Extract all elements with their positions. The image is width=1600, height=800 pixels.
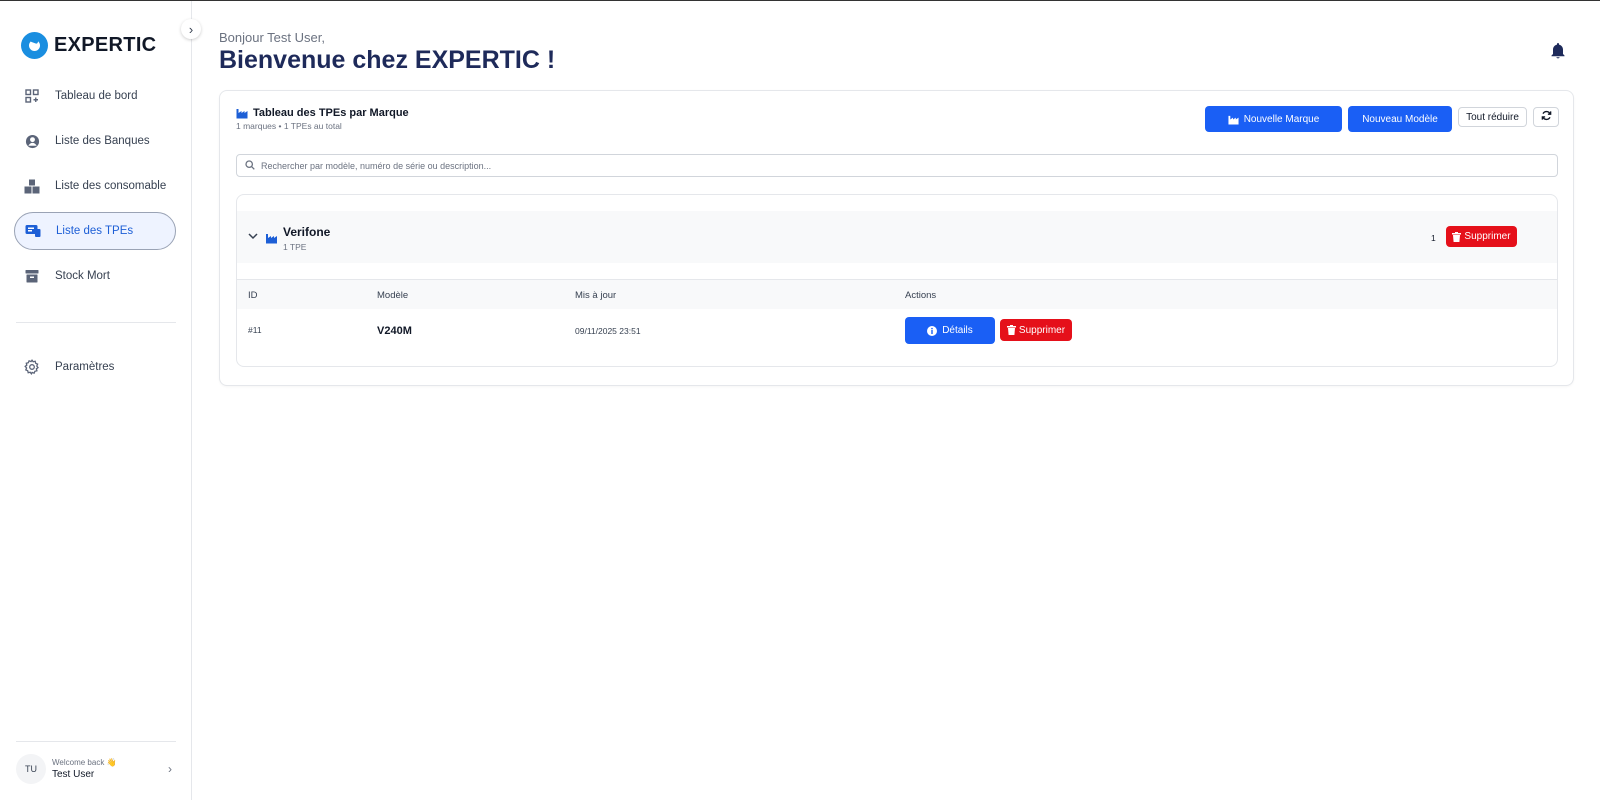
delete-row-label: Supprimer xyxy=(1018,324,1066,336)
sidebar-item-dashboard[interactable]: Tableau de bord xyxy=(14,77,176,115)
user-profile[interactable]: TU Welcome back 👋 Test User › xyxy=(16,741,176,784)
new-brand-label: Nouvelle Marque xyxy=(1243,113,1320,125)
details-label: Détails xyxy=(942,325,973,336)
trash-icon xyxy=(1452,231,1462,242)
delete-brand-label: Supprimer xyxy=(1464,231,1511,242)
column-header-updated: Mis à jour xyxy=(575,290,617,301)
refresh-button[interactable] xyxy=(1533,107,1559,127)
sidebar-item-banks[interactable]: Liste des Banques xyxy=(14,122,176,160)
boxes-icon xyxy=(24,178,40,194)
new-model-button[interactable]: Nouveau Modèle xyxy=(1348,106,1452,132)
chevron-right-icon: › xyxy=(188,21,194,37)
collapse-all-label: Tout réduire xyxy=(1466,111,1519,123)
user-circle-icon xyxy=(24,133,40,149)
sidebar-item-consumables[interactable]: Liste des consomable xyxy=(14,167,176,205)
factory-icon xyxy=(236,107,248,119)
count-badge: 1 xyxy=(1431,233,1436,243)
sidebar-item-dead-stock[interactable]: Stock Mort xyxy=(14,257,176,295)
card-header: Tableau des TPEs par Marque xyxy=(236,107,409,119)
avatar: TU xyxy=(16,754,46,784)
new-model-label: Nouveau Modèle xyxy=(1362,113,1438,125)
row-updated: 09/11/2025 23:51 xyxy=(575,326,641,336)
sidebar-settings-group: Paramètres xyxy=(14,348,176,393)
table-row: #11 V240M 09/11/2025 23:51 Détails Suppr… xyxy=(237,309,1557,353)
sidebar-item-label: Stock Mort xyxy=(55,270,110,282)
sidebar-item-tpes[interactable]: Liste des TPEs xyxy=(14,212,176,250)
dashboard-icon xyxy=(24,88,40,104)
tpe-by-brand-card: Tableau des TPEs par Marque 1 marques • … xyxy=(219,90,1574,386)
brand-tpe-count: 1 TPE xyxy=(283,242,307,252)
sidebar-item-label: Tableau de bord xyxy=(55,90,138,102)
sidebar-item-label: Liste des TPEs xyxy=(56,225,134,237)
column-header-model: Modèle xyxy=(377,290,409,301)
factory-icon xyxy=(1228,114,1239,125)
factory-icon xyxy=(265,231,278,244)
details-button[interactable]: Détails xyxy=(905,317,995,344)
brand-group-header[interactable]: Verifone 1 TPE 1 Supprimer xyxy=(237,211,1557,263)
sidebar: EXPERTIC Tableau de bord Liste des Banqu… xyxy=(0,1,192,800)
sidebar-item-label: Liste des Banques xyxy=(55,135,150,147)
page-title: Bienvenue chez EXPERTIC ! xyxy=(219,46,556,74)
info-icon xyxy=(927,325,938,336)
trash-icon xyxy=(1006,325,1016,335)
payment-terminal-icon xyxy=(25,223,41,239)
app-logo[interactable]: EXPERTIC xyxy=(21,32,156,59)
user-name: Test User xyxy=(52,769,95,780)
delete-row-button[interactable]: Supprimer xyxy=(1000,319,1072,341)
collapse-all-button[interactable]: Tout réduire xyxy=(1458,107,1527,127)
card-title: Tableau des TPEs par Marque xyxy=(253,107,409,119)
brand-name: Verifone xyxy=(283,225,331,239)
sidebar-divider xyxy=(16,322,176,323)
sidebar-toggle-button[interactable]: › xyxy=(181,19,201,39)
welcome-text: Welcome back 👋 xyxy=(52,758,117,767)
app-name: EXPERTIC xyxy=(54,34,157,56)
sidebar-item-label: Liste des consomable xyxy=(55,180,167,192)
sidebar-item-settings[interactable]: Paramètres xyxy=(14,348,176,386)
delete-brand-button[interactable]: Supprimer xyxy=(1446,226,1517,247)
chevron-right-icon[interactable]: › xyxy=(168,762,172,776)
row-model: V240M xyxy=(377,325,412,337)
column-header-actions: Actions xyxy=(905,290,937,301)
greeting: Bonjour Test User, xyxy=(219,30,325,45)
table-header: ID Modèle Mis à jour Actions xyxy=(237,279,1557,309)
notification-bell-icon[interactable] xyxy=(1550,42,1568,60)
column-header-id: ID xyxy=(248,290,258,301)
logo-icon xyxy=(21,32,48,59)
search-field[interactable] xyxy=(236,154,1558,177)
brand-group-panel: Verifone 1 TPE 1 Supprimer ID Modèle Mis… xyxy=(236,194,1558,367)
user-info: Welcome back 👋 Test User xyxy=(52,758,117,780)
chevron-down-icon[interactable] xyxy=(248,231,258,243)
refresh-icon xyxy=(1541,110,1552,124)
search-icon xyxy=(245,157,255,175)
row-id: #11 xyxy=(248,325,262,335)
new-brand-button[interactable]: Nouvelle Marque xyxy=(1205,106,1342,132)
search-input[interactable] xyxy=(261,160,1541,171)
sidebar-item-label: Paramètres xyxy=(55,361,115,373)
sidebar-nav: Tableau de bord Liste des Banques Liste … xyxy=(14,77,176,302)
gear-icon xyxy=(24,359,40,375)
archive-icon xyxy=(24,268,40,284)
card-subtitle: 1 marques • 1 TPEs au total xyxy=(236,121,342,131)
